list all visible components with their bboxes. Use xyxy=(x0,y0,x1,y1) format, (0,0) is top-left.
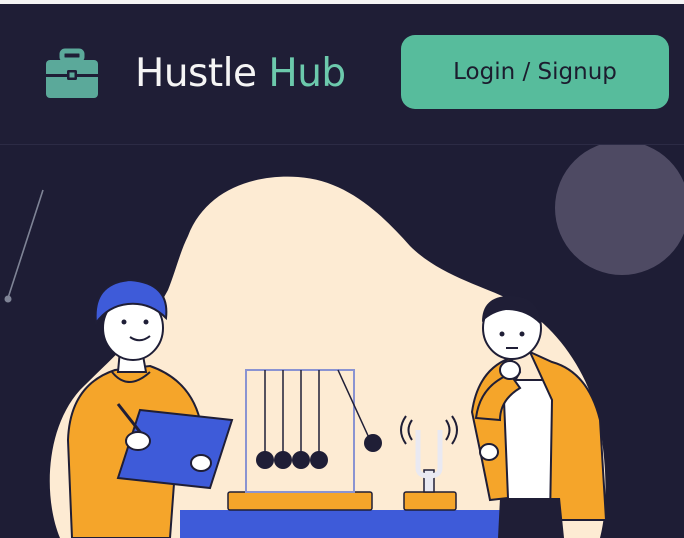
briefcase-icon xyxy=(46,48,98,98)
person-right-hand xyxy=(499,360,521,380)
person-right-pants xyxy=(498,498,564,538)
brand-title[interactable]: Hustle Hub xyxy=(135,46,346,102)
cradle-base xyxy=(227,491,373,511)
decorative-dot xyxy=(4,295,12,303)
table-top xyxy=(180,510,510,538)
login-signup-button[interactable]: Login / Signup xyxy=(401,35,669,109)
brand-word-hub: Hub xyxy=(268,51,346,96)
hero-illustration xyxy=(4,145,684,538)
cradle-ball xyxy=(310,451,328,469)
cradle-ball xyxy=(256,451,274,469)
person-right-hand xyxy=(479,443,499,461)
decorative-circle xyxy=(555,145,684,275)
decorative-line xyxy=(7,189,44,299)
person-left-hand xyxy=(125,431,151,451)
person-left-hand xyxy=(190,454,212,472)
cradle-ball xyxy=(364,434,382,452)
brand-word-hustle: Hustle xyxy=(135,51,257,96)
cradle-ball xyxy=(274,451,292,469)
cradle-ball xyxy=(292,451,310,469)
site-header: Hustle Hub Login / Signup xyxy=(0,4,684,145)
